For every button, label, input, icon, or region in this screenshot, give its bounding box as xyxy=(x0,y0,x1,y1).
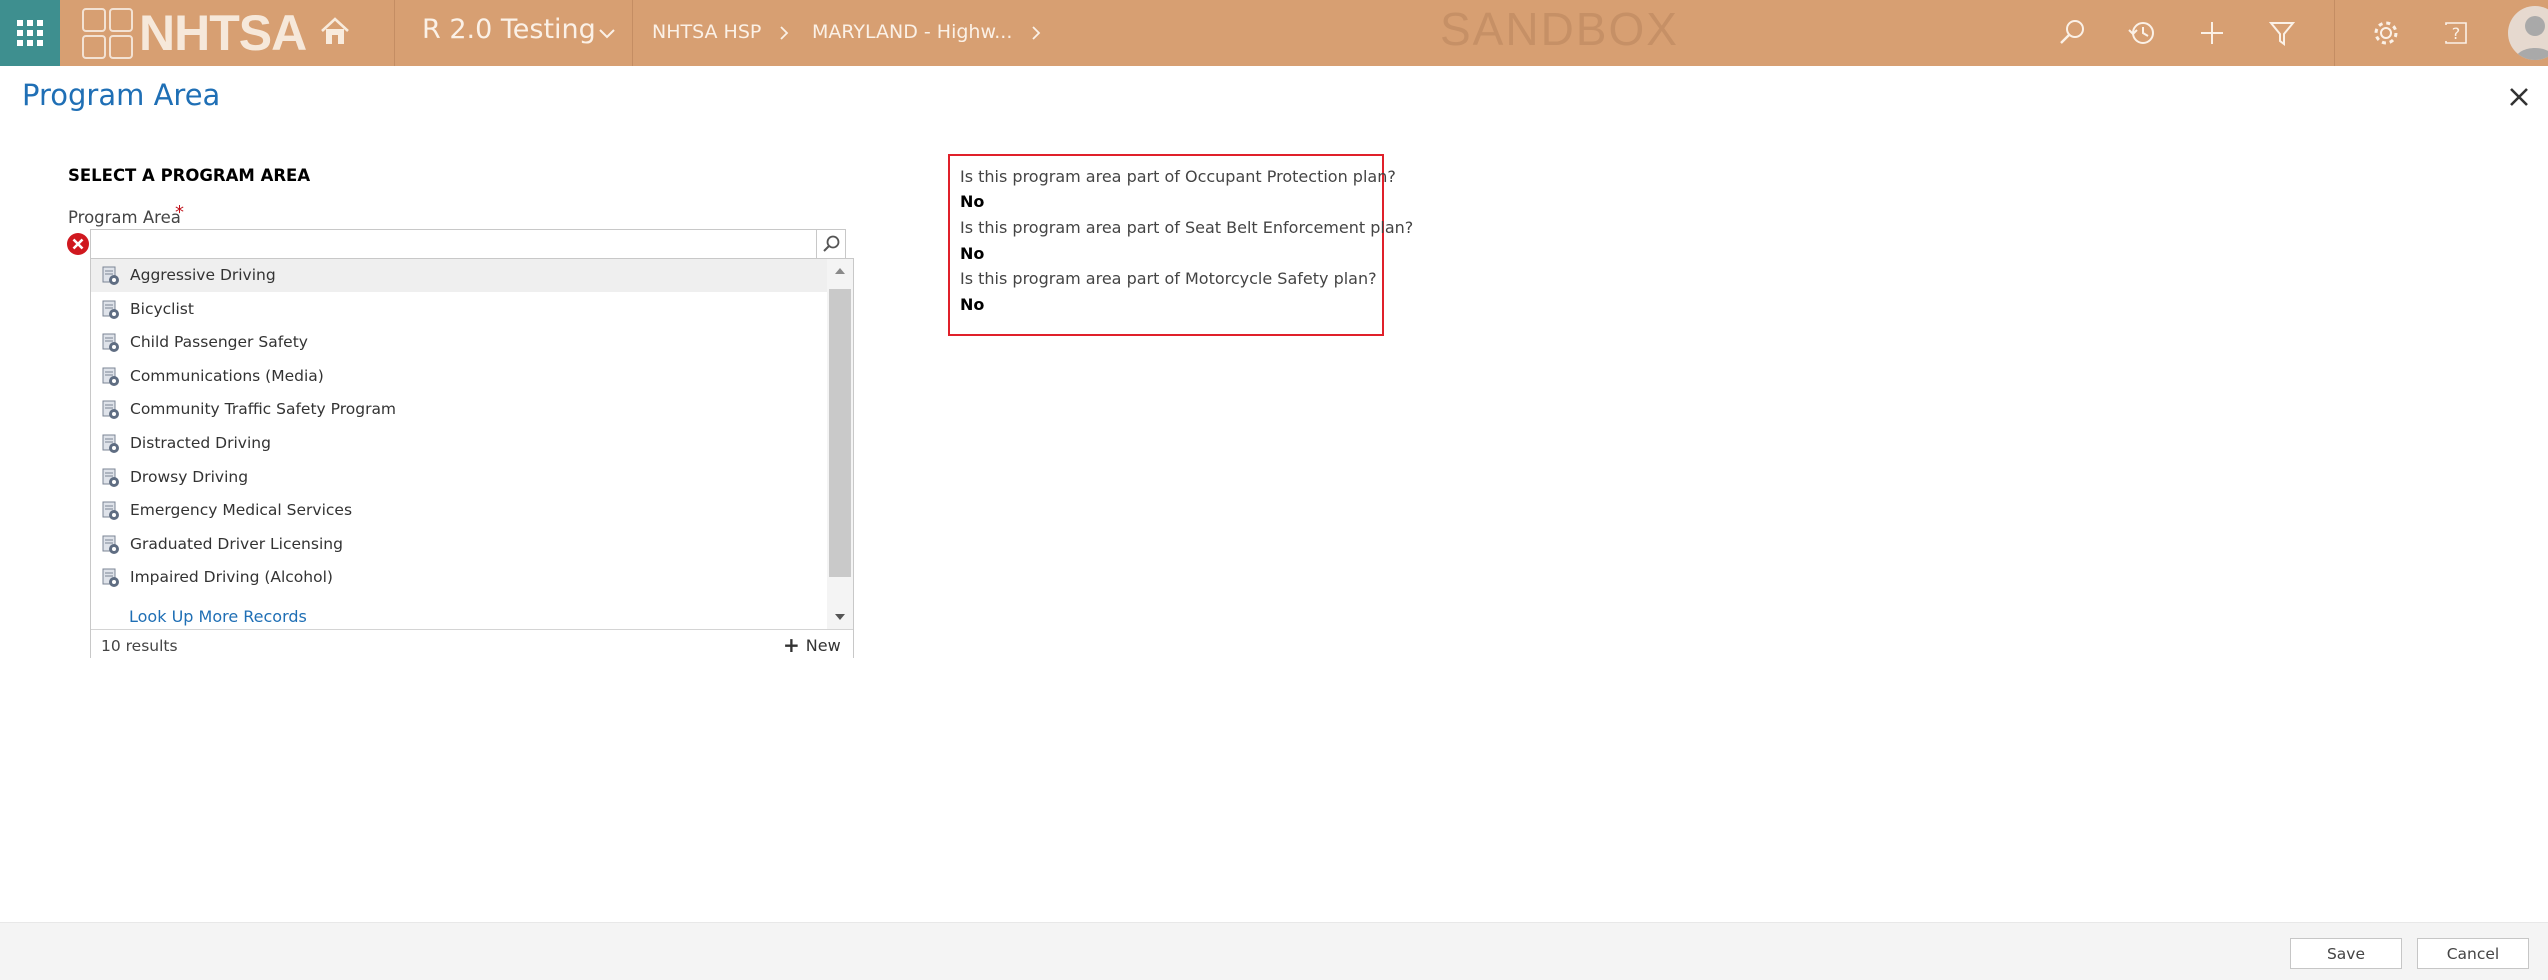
scroll-thumb[interactable] xyxy=(829,289,851,577)
look-up-more-records-link[interactable]: Look Up More Records xyxy=(129,607,307,626)
lookup-result-item[interactable]: Communications (Media) xyxy=(91,360,827,393)
lookup-search-button[interactable] xyxy=(816,229,846,259)
nav-separator xyxy=(394,0,395,66)
lookup-result-label: Bicyclist xyxy=(130,299,194,318)
nav-separator xyxy=(632,0,633,66)
logo-text: NHTSA xyxy=(139,5,307,61)
chevron-down-icon[interactable] xyxy=(596,22,618,44)
help-icon[interactable]: ? xyxy=(2440,17,2472,49)
entity-record-icon xyxy=(102,468,119,487)
new-record-label: New xyxy=(805,635,841,655)
lookup-result-label: Communications (Media) xyxy=(130,366,324,385)
svg-text:?: ? xyxy=(2452,24,2461,43)
cancel-button[interactable]: Cancel xyxy=(2417,938,2529,969)
section-heading: SELECT A PROGRAM AREA xyxy=(68,166,311,185)
lookup-result-item[interactable]: Bicyclist xyxy=(91,293,827,326)
logo-symbols-icon xyxy=(82,7,133,59)
close-icon[interactable] xyxy=(2506,84,2532,110)
user-avatar-icon[interactable] xyxy=(2508,6,2548,60)
question-seat-belt-enforcement: Is this program area part of Seat Belt E… xyxy=(960,218,1414,237)
entity-record-icon xyxy=(102,501,119,521)
lookup-results-list: Aggressive Driving Bicyclist Child Passeng… xyxy=(91,259,827,629)
sandbox-watermark: SANDBOX xyxy=(1440,3,1679,55)
lookup-result-item[interactable]: Distracted Driving xyxy=(91,427,827,460)
breadcrumb-maryland[interactable]: MARYLAND - Highw... xyxy=(812,21,1012,43)
entity-record-icon xyxy=(102,434,119,453)
search-icon[interactable] xyxy=(2056,17,2088,49)
save-button[interactable]: Save xyxy=(2290,938,2402,969)
lookup-result-label: Child Passenger Safety xyxy=(130,333,308,352)
filter-icon[interactable] xyxy=(2266,17,2298,49)
lookup-result-label: Graduated Driver Licensing xyxy=(130,534,343,553)
gear-icon[interactable] xyxy=(2370,17,2402,49)
page-title: Program Area xyxy=(22,78,221,112)
lookup-result-label: Impaired Driving (Alcohol) xyxy=(130,568,333,587)
lookup-result-item[interactable]: Graduated Driver Licensing xyxy=(91,528,827,561)
caret-up-icon xyxy=(835,268,845,274)
scroll-up-button[interactable] xyxy=(827,259,853,283)
program-area-label: Program Area xyxy=(68,208,181,227)
new-record-button[interactable]: + New xyxy=(783,634,841,656)
entity-record-icon xyxy=(102,367,119,386)
nav-separator xyxy=(2334,0,2335,66)
program-area-input[interactable] xyxy=(90,229,816,259)
lookup-result-label: Aggressive Driving xyxy=(130,266,276,284)
lookup-result-item[interactable]: Child Passenger Safety xyxy=(91,326,827,359)
chevron-right-icon[interactable] xyxy=(1028,23,1044,43)
lookup-result-item[interactable]: Impaired Driving (Alcohol) xyxy=(91,561,827,594)
scroll-down-button[interactable] xyxy=(827,605,853,629)
plan-membership-info-box: Is this program area part of Occupant Pr… xyxy=(948,154,1413,336)
entity-record-icon xyxy=(102,266,119,285)
lookup-result-item[interactable]: Community Traffic Safety Program xyxy=(91,393,827,426)
nhtsa-logo[interactable]: NHTSA xyxy=(82,5,307,61)
results-count: 10 results xyxy=(101,637,178,655)
app-launcher-icon xyxy=(17,20,43,46)
history-icon[interactable] xyxy=(2126,17,2158,49)
answer-occupant-protection: No xyxy=(960,192,985,211)
error-icon xyxy=(67,233,89,255)
dialog-footer: Save Cancel xyxy=(0,922,2548,980)
entity-record-icon xyxy=(102,300,119,319)
answer-motorcycle-safety: No xyxy=(960,295,985,314)
question-motorcycle-safety: Is this program area part of Motorcycle … xyxy=(960,269,1377,288)
dropdown-footer: 10 results + New xyxy=(91,629,853,658)
entity-record-icon xyxy=(102,535,119,554)
chevron-right-icon xyxy=(780,26,789,40)
home-icon[interactable] xyxy=(318,14,352,48)
search-icon xyxy=(823,235,840,252)
lookup-result-item[interactable]: Aggressive Driving xyxy=(91,259,827,292)
lookup-result-label: Community Traffic Safety Program xyxy=(130,400,397,419)
plus-icon[interactable] xyxy=(2196,17,2228,49)
entity-record-icon xyxy=(102,400,119,420)
required-marker: * xyxy=(175,202,184,223)
app-title[interactable]: R 2.0 Testing xyxy=(422,14,596,45)
plus-icon: + xyxy=(783,633,800,657)
app-launcher-button[interactable] xyxy=(0,0,60,66)
lookup-result-label: Drowsy Driving xyxy=(130,467,249,486)
top-navigation-bar: NHTSA R 2.0 Testing NHTSA HSP MARYLAND -… xyxy=(0,0,2548,66)
breadcrumb-nhtsa-hsp[interactable]: NHTSA HSP xyxy=(652,21,761,43)
lookup-result-label: Emergency Medical Services xyxy=(130,501,353,520)
caret-down-icon xyxy=(835,614,845,620)
entity-record-icon xyxy=(102,568,119,588)
lookup-result-label: Distracted Driving xyxy=(130,434,271,452)
lookup-result-item[interactable]: Emergency Medical Services xyxy=(91,494,827,527)
lookup-results-dropdown: Aggressive Driving Bicyclist Child Passeng… xyxy=(90,258,854,658)
lookup-result-item[interactable]: Drowsy Driving xyxy=(91,461,827,494)
results-scrollbar[interactable] xyxy=(827,259,853,629)
entity-record-icon xyxy=(102,333,119,353)
question-occupant-protection: Is this program area part of Occupant Pr… xyxy=(960,167,1396,186)
answer-seat-belt-enforcement: No xyxy=(960,244,985,263)
